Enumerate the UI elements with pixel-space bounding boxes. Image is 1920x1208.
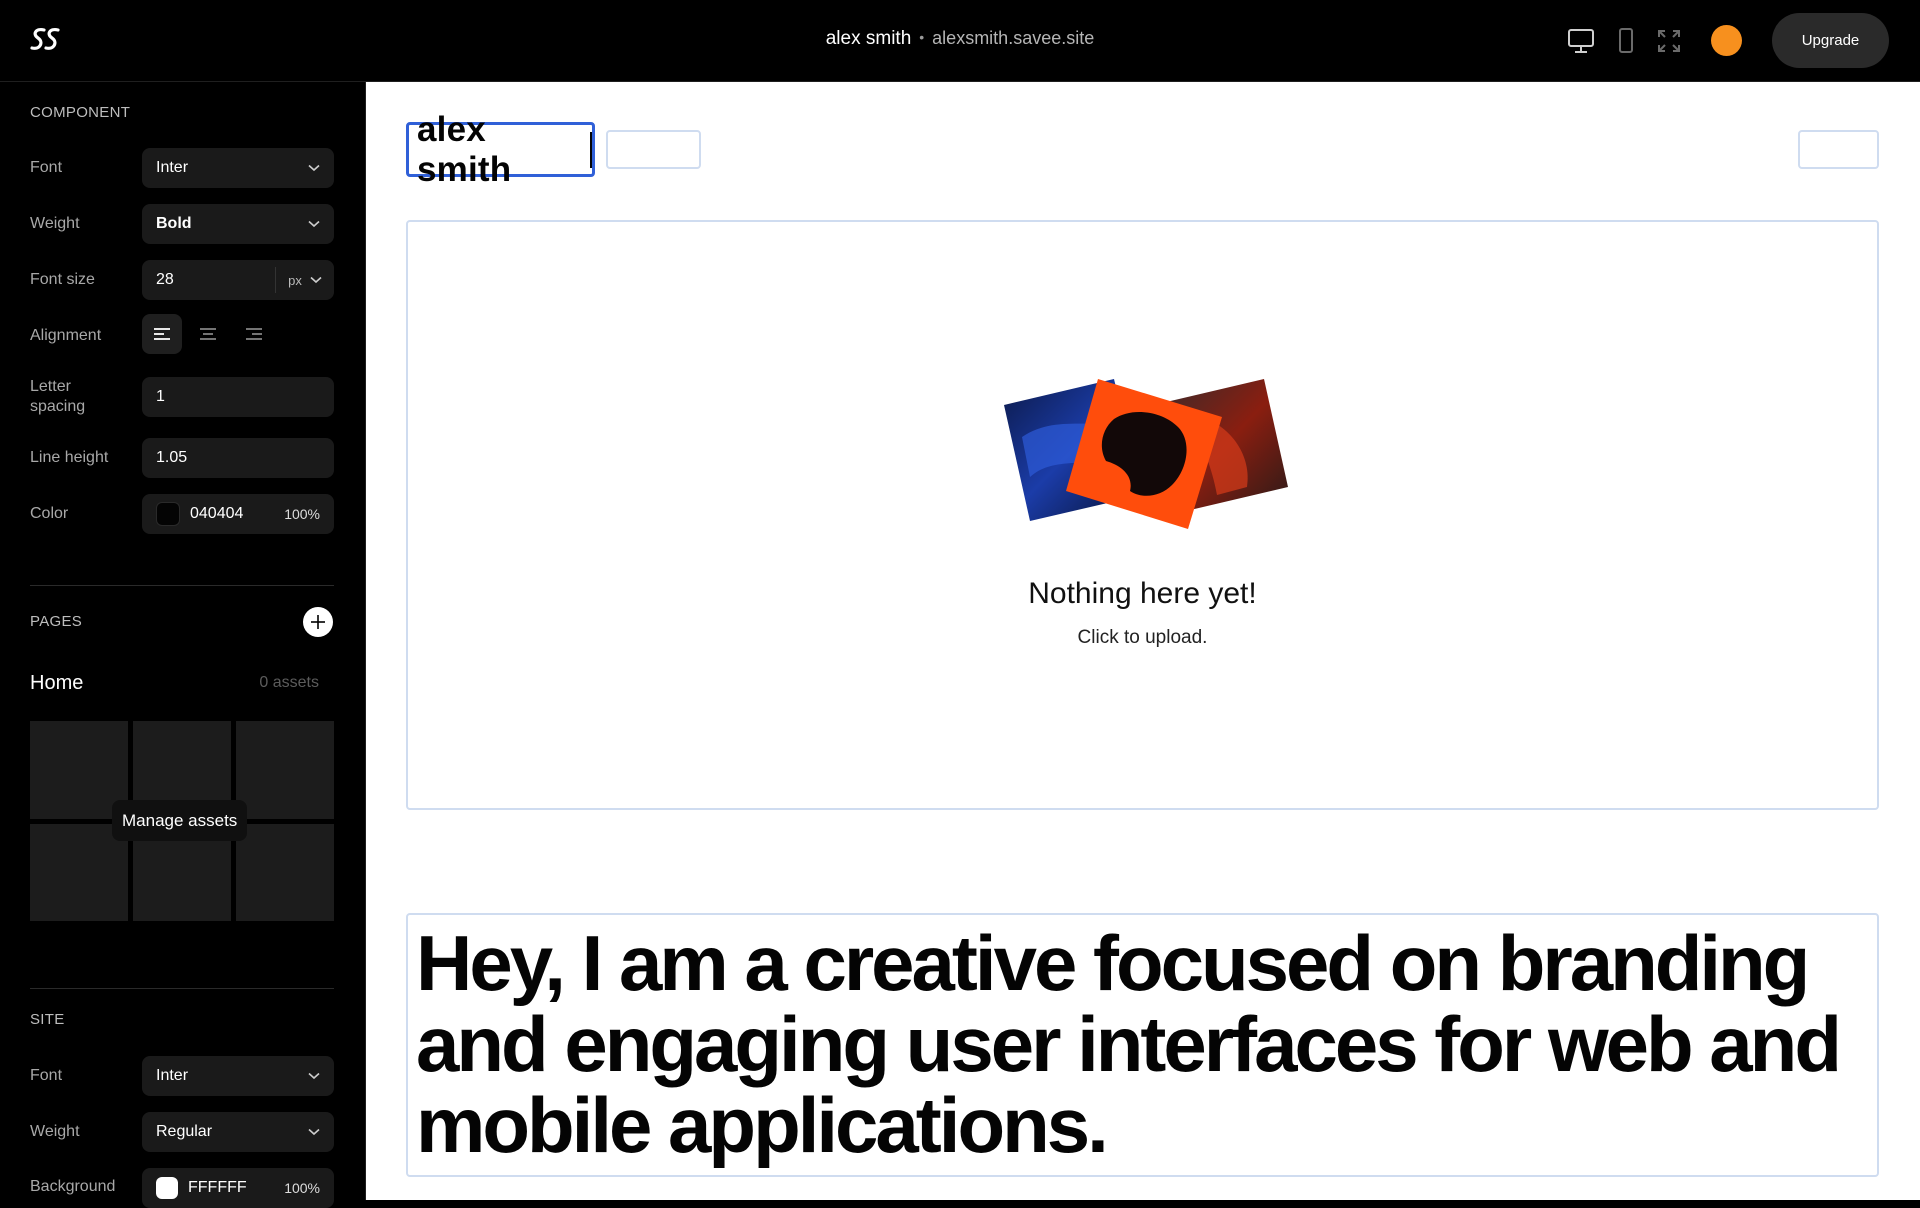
align-left-button[interactable]: [142, 314, 182, 354]
letter-spacing-label: Letter spacing: [30, 377, 85, 417]
chevron-down-icon: [308, 1128, 320, 1136]
upgrade-button[interactable]: Upgrade: [1772, 13, 1889, 68]
empty-state-subtitle: Click to upload.: [1077, 627, 1208, 648]
site-font-value: Inter: [156, 1067, 189, 1084]
plus-icon: [311, 615, 325, 629]
font-size-unit: px: [288, 272, 302, 288]
desktop-icon[interactable]: [1565, 26, 1597, 56]
page-asset-count: 0 assets: [259, 674, 319, 691]
font-label: Font: [30, 159, 63, 176]
site-background-input[interactable]: FFFFFF 100%: [142, 1168, 334, 1208]
weight-label: Weight: [30, 215, 80, 232]
letter-spacing-value: 1: [156, 388, 165, 405]
expand-icon[interactable]: [1653, 26, 1685, 56]
gallery-placeholder-illustration: [1004, 379, 1288, 529]
site-background-label: Background: [30, 1178, 116, 1195]
asset-placeholder: [236, 823, 334, 921]
font-size-label: Font size: [30, 271, 95, 288]
font-size-unit-select[interactable]: px: [275, 267, 334, 293]
color-swatch[interactable]: [156, 502, 180, 526]
chevron-down-icon: [310, 276, 322, 284]
site-name: alex smith: [825, 28, 912, 49]
top-bar: alex smith • alexsmith.savee.site Upgrade: [0, 0, 1920, 82]
line-height-label: Line height: [30, 449, 109, 466]
site-font-select[interactable]: Inter: [142, 1056, 334, 1096]
settings-sidebar: COMPONENT Font Inter Weight Bold Font si…: [0, 82, 366, 1208]
site-weight-label: Weight: [30, 1123, 80, 1140]
site-name-text-block[interactable]: alex smith: [406, 110, 595, 189]
align-right-icon: [246, 328, 262, 340]
section-divider: [30, 585, 334, 586]
title-separator: •: [919, 29, 925, 45]
alignment-label: Alignment: [30, 327, 102, 344]
asset-placeholder: [236, 721, 334, 819]
align-left-icon: [154, 328, 170, 340]
background-swatch[interactable]: [156, 1177, 178, 1199]
site-section-label: SITE: [30, 1011, 65, 1028]
site-weight-value: Regular: [156, 1123, 213, 1140]
page-canvas: alex smith Nothing here yet! Click to up…: [366, 82, 1920, 1200]
letter-spacing-label-line1: Letter: [30, 378, 71, 395]
manage-assets-button[interactable]: Manage assets: [112, 800, 248, 841]
empty-header-slot-right[interactable]: [1798, 130, 1879, 169]
color-opacity: 100%: [284, 506, 320, 522]
weight-select-value: Bold: [156, 215, 192, 232]
chevron-down-icon: [308, 1072, 320, 1080]
page-item-home[interactable]: Home: [30, 672, 83, 695]
mobile-icon[interactable]: [1610, 26, 1642, 56]
site-font-label: Font: [30, 1067, 63, 1084]
bio-text-block[interactable]: Hey, I am a creative focused on branding…: [406, 913, 1879, 1177]
align-center-button[interactable]: [188, 314, 228, 354]
site-weight-select[interactable]: Regular: [142, 1112, 334, 1152]
letter-spacing-label-line2: spacing: [30, 398, 86, 415]
background-hex-value: FFFFFF: [188, 1179, 247, 1196]
color-hex-value: 040404: [190, 505, 244, 522]
chevron-down-icon: [308, 220, 320, 228]
empty-state-title: Nothing here yet!: [1028, 577, 1257, 610]
site-domain: alexsmith.savee.site: [932, 28, 1095, 48]
component-section-label: COMPONENT: [30, 104, 131, 121]
font-select[interactable]: Inter: [142, 148, 334, 188]
font-select-value: Inter: [156, 159, 189, 176]
empty-header-slot[interactable]: [606, 130, 701, 169]
background-opacity: 100%: [284, 1180, 320, 1196]
pages-section-label: PAGES: [30, 613, 83, 630]
chevron-down-icon: [308, 164, 320, 172]
add-page-button[interactable]: [303, 607, 333, 637]
color-label: Color: [30, 505, 69, 522]
text-caret: [590, 131, 592, 168]
weight-select[interactable]: Bold: [142, 204, 334, 244]
align-right-button[interactable]: [234, 314, 274, 354]
alignment-control: [142, 314, 274, 354]
align-center-icon: [200, 328, 216, 340]
gallery-upload-area[interactable]: Nothing here yet! Click to upload.: [406, 220, 1879, 810]
bio-text: Hey, I am a creative focused on branding…: [416, 919, 1842, 1169]
user-avatar[interactable]: [1711, 25, 1742, 56]
line-height-input[interactable]: 1.05: [142, 438, 334, 478]
section-divider: [30, 988, 334, 989]
letter-spacing-input[interactable]: 1: [142, 377, 334, 417]
font-size-input[interactable]: 28 px: [142, 260, 334, 300]
site-name-text: alex smith: [417, 109, 512, 189]
color-input[interactable]: 040404 100%: [142, 494, 334, 534]
line-height-value: 1.05: [156, 449, 188, 466]
